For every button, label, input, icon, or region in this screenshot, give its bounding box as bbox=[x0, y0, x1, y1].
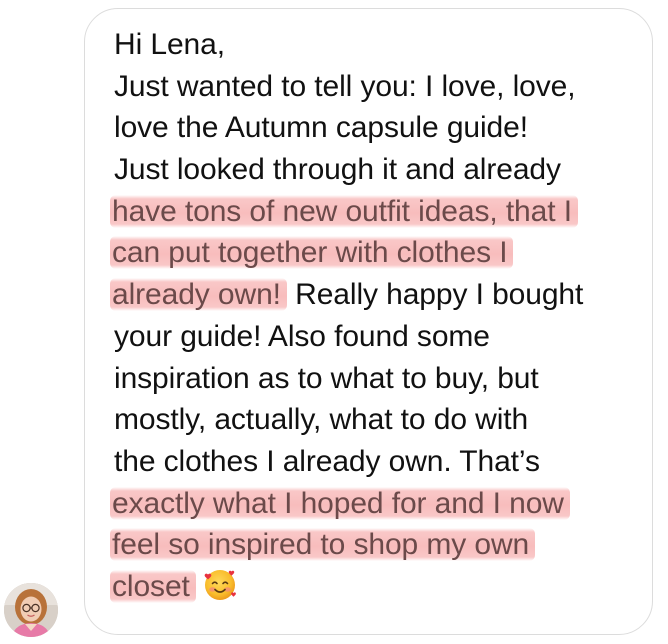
message-line: inspiration as to what to buy, but bbox=[114, 361, 539, 395]
message-line: closet bbox=[110, 566, 644, 608]
message-line: mostly, actually, what to do with bbox=[114, 403, 529, 437]
highlighted-text: feel so inspired to shop my own bbox=[110, 528, 536, 562]
avatar[interactable] bbox=[4, 583, 58, 637]
message-line: Just looked through it and already bbox=[114, 153, 561, 187]
chat-screen: Hi Lena, Just wanted to tell you: I love… bbox=[0, 0, 668, 644]
message-line: can put together with clothes I bbox=[110, 232, 644, 274]
message-text: Hi Lena, Just wanted to tell you: I love… bbox=[110, 24, 644, 608]
message-line: Hi Lena, bbox=[114, 28, 225, 61]
message-line: already own! Really happy I bought bbox=[110, 278, 584, 312]
smiling-face-with-hearts-icon bbox=[202, 566, 238, 602]
highlighted-text: closet bbox=[110, 569, 196, 603]
message-line: exactly what I hoped for and I now bbox=[110, 483, 644, 525]
message-line: your guide! Also found some bbox=[114, 319, 490, 353]
highlighted-text: exactly what I hoped for and I now bbox=[110, 486, 570, 520]
sender-avatar bbox=[4, 583, 58, 637]
message-line: feel so inspired to shop my own bbox=[110, 524, 644, 566]
message-line: the clothes I already own. That’s bbox=[114, 444, 540, 478]
message-line: Just wanted to tell you: I love, love, bbox=[114, 69, 576, 103]
highlighted-text: already own! bbox=[110, 278, 287, 312]
highlighted-text: can put together with clothes I bbox=[110, 236, 514, 270]
message-line: love the Autumn capsule guide! bbox=[114, 111, 528, 145]
message-line: have tons of new outfit ideas, that I bbox=[110, 191, 644, 233]
highlighted-text: have tons of new outfit ideas, that I bbox=[110, 194, 578, 228]
